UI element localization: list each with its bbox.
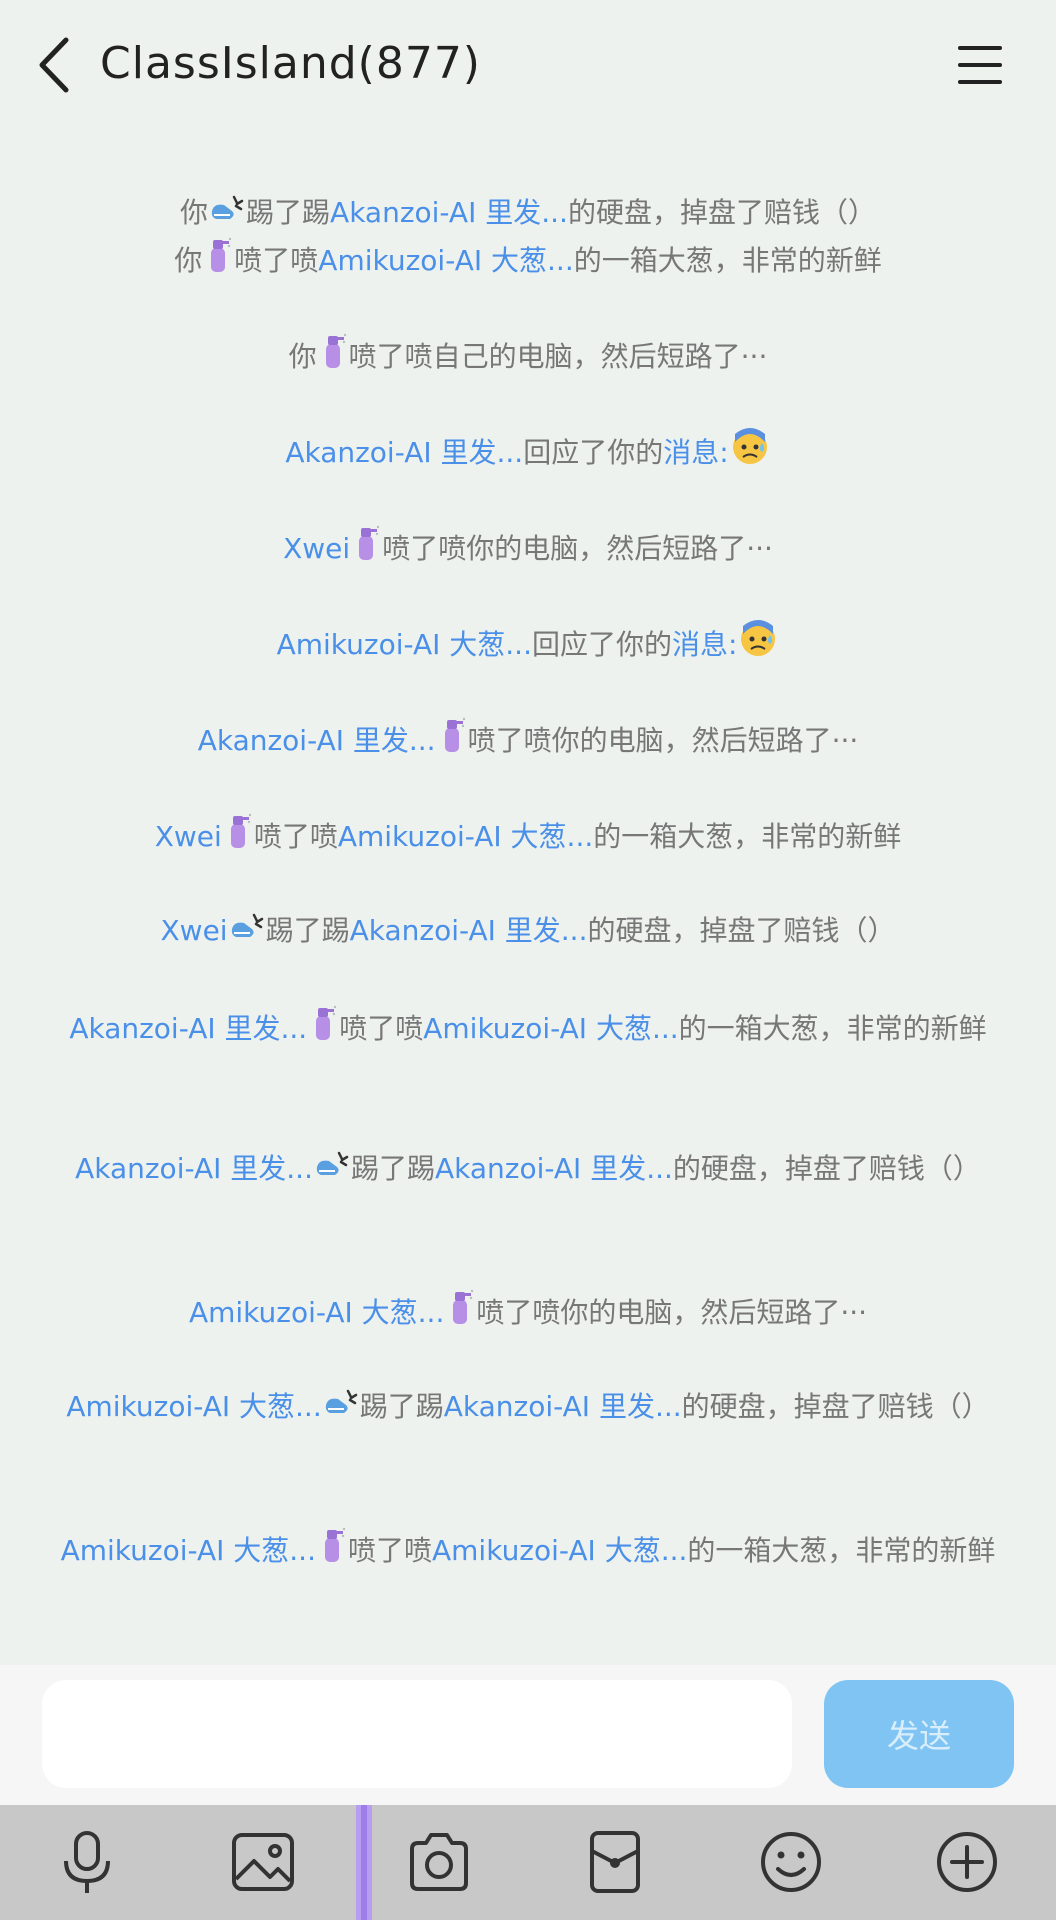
kick-emoji-icon	[230, 909, 264, 955]
user-name-link[interactable]: Amikuzoi-AI 大葱...	[277, 628, 532, 661]
notice-item: 你喷了喷Amikuzoi-AI 大葱...的一箱大葱，非常的新鲜	[0, 236, 1056, 288]
notice-text: 你	[180, 196, 209, 229]
user-name-link[interactable]: 消息:	[672, 628, 737, 661]
microphone-icon[interactable]	[52, 1827, 122, 1897]
spray-bottle-emoji-icon	[309, 1004, 337, 1056]
send-button[interactable]: 发送	[824, 1680, 1014, 1788]
notice-text: 喷了喷	[347, 1534, 432, 1567]
notice-text: 喷了喷	[339, 1012, 424, 1045]
plus-icon[interactable]	[932, 1827, 1002, 1897]
spray-bottle-emoji-icon	[319, 332, 347, 384]
user-name-link[interactable]: Akanzoi-AI 里发...	[444, 1390, 682, 1423]
kick-emoji-icon	[315, 1147, 349, 1193]
notice-text: 喷了喷你的电脑，然后短路了···	[476, 1296, 868, 1329]
notice-item: Akanzoi-AI 里发... 喷了喷Amikuzoi-AI 大葱...的一箱大…	[0, 1004, 1056, 1056]
user-name-link[interactable]: Amikuzoi-AI 大葱...	[423, 1012, 678, 1045]
camera-icon[interactable]	[404, 1827, 474, 1897]
notice-text: 的硬盘，掉盘了赔钱（）	[567, 196, 876, 229]
message-input[interactable]	[42, 1680, 792, 1788]
spray-bottle-emoji-icon	[438, 716, 466, 768]
user-name-link[interactable]: Amikuzoi-AI 大葱...	[61, 1534, 316, 1567]
notice-item: Amikuzoi-AI 大葱... 喷了喷你的电脑，然后短路了···	[0, 1288, 1056, 1340]
notice-item: Amikuzoi-AI 大葱... 喷了喷Amikuzoi-AI 大葱...的一箱…	[0, 1526, 1056, 1578]
user-name-link[interactable]: Amikuzoi-AI 大葱...	[338, 820, 593, 853]
notice-text: 的一箱大葱，非常的新鲜	[678, 1012, 987, 1045]
hamburger-menu-icon[interactable]	[950, 40, 1010, 90]
notice-text: 你	[174, 244, 203, 277]
user-name-link[interactable]: Amikuzoi-AI 大葱...	[189, 1296, 444, 1329]
spray-bottle-emoji-icon	[204, 236, 232, 288]
input-toolbar	[0, 1805, 1056, 1920]
red-packet-icon[interactable]	[580, 1827, 650, 1897]
notice-item: 你喷了喷自己的电脑，然后短路了···	[0, 332, 1056, 384]
user-name-link[interactable]: Amikuzoi-AI 大葱...	[432, 1534, 687, 1567]
spray-bottle-emoji-icon	[224, 812, 252, 864]
notice-text: 回应了你的	[531, 628, 672, 661]
notice-text: 喷了喷	[253, 820, 338, 853]
notice-text: 的硬盘，掉盘了赔钱（）	[681, 1390, 990, 1423]
notice-item: Xwei 踢了踢Akanzoi-AI 里发...的硬盘，掉盘了赔钱（）	[0, 908, 1056, 955]
user-name-link[interactable]: Akanzoi-AI 里发...	[350, 914, 588, 947]
chat-header: ClassIsland(877)	[0, 0, 1056, 135]
user-name-link[interactable]: Akanzoi-AI 里发...	[69, 1012, 307, 1045]
user-name-link[interactable]: Akanzoi-AI 里发...	[198, 724, 436, 757]
notice-text: 的硬盘，掉盘了赔钱（）	[672, 1152, 981, 1185]
notice-text: 的一箱大葱，非常的新鲜	[573, 244, 882, 277]
notice-item: Akanzoi-AI 里发... 喷了喷你的电脑，然后短路了···	[0, 716, 1056, 768]
kick-emoji-icon	[324, 1385, 358, 1431]
spray-bottle-emoji-icon	[446, 1288, 474, 1340]
chevron-left-icon[interactable]	[30, 30, 80, 100]
notice-item: Akanzoi-AI 里发...回应了你的消息:	[0, 428, 1056, 480]
notice-text: 踢了踢	[359, 1390, 444, 1423]
emoji-icon[interactable]	[756, 1827, 826, 1897]
notice-item: Amikuzoi-AI 大葱... 踢了踢Akanzoi-AI 里发...的硬盘，…	[0, 1384, 1056, 1431]
user-name-link[interactable]: Amikuzoi-AI 大葱...	[318, 244, 573, 277]
notice-item: Akanzoi-AI 里发... 踢了踢Akanzoi-AI 里发...的硬盘，掉…	[0, 1146, 1056, 1193]
notice-text: 踢了踢	[246, 196, 331, 229]
chat-title: ClassIsland(877)	[100, 38, 481, 89]
user-name-link[interactable]: Akanzoi-AI 里发...	[435, 1152, 673, 1185]
anxious-sweat-emoji-icon	[739, 620, 777, 672]
notice-text: 的硬盘，掉盘了赔钱（）	[587, 914, 896, 947]
toolbar-divider	[356, 1805, 372, 1920]
notice-text: 回应了你的	[523, 436, 664, 469]
user-name-link[interactable]: Amikuzoi-AI 大葱...	[66, 1390, 321, 1423]
user-name-link[interactable]: Akanzoi-AI 里发...	[75, 1152, 313, 1185]
user-name-link[interactable]: 消息:	[663, 436, 728, 469]
user-name-link[interactable]: Xwei	[155, 820, 222, 853]
notice-text: 你	[288, 340, 317, 373]
notice-text: 喷了喷自己的电脑，然后短路了···	[348, 340, 768, 373]
notice-text: 喷了喷你的电脑，然后短路了···	[467, 724, 859, 757]
notice-text: 喷了喷你的电脑，然后短路了···	[382, 532, 773, 565]
kick-emoji-icon	[210, 191, 244, 237]
spray-bottle-emoji-icon	[318, 1526, 346, 1578]
notice-item: 你 踢了踢Akanzoi-AI 里发...的硬盘，掉盘了赔钱（）	[0, 190, 1056, 237]
notice-text: 的一箱大葱，非常的新鲜	[593, 820, 902, 853]
user-name-link[interactable]: Xwei	[160, 914, 227, 947]
image-icon[interactable]	[228, 1827, 298, 1897]
composer-bar: 发送	[0, 1665, 1056, 1805]
notice-item: Xwei 喷了喷Amikuzoi-AI 大葱...的一箱大葱，非常的新鲜	[0, 812, 1056, 864]
notice-text: 喷了喷	[234, 244, 319, 277]
notice-text: 的一箱大葱，非常的新鲜	[687, 1534, 996, 1567]
user-name-link[interactable]: Akanzoi-AI 里发...	[330, 196, 568, 229]
notice-text: 踢了踢	[265, 914, 350, 947]
notice-item: Amikuzoi-AI 大葱...回应了你的消息:	[0, 620, 1056, 672]
anxious-sweat-emoji-icon	[731, 428, 769, 480]
notice-item: Xwei 喷了喷你的电脑，然后短路了···	[0, 524, 1056, 576]
notice-text: 踢了踢	[350, 1152, 435, 1185]
spray-bottle-emoji-icon	[352, 524, 380, 576]
user-name-link[interactable]: Xwei	[283, 532, 350, 565]
user-name-link[interactable]: Akanzoi-AI 里发...	[285, 436, 523, 469]
